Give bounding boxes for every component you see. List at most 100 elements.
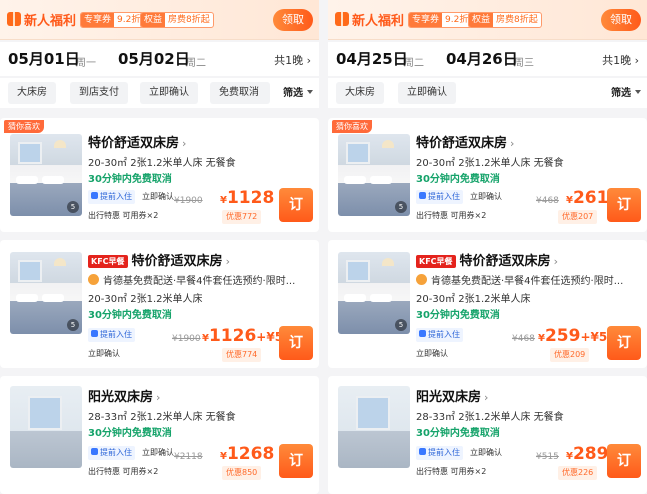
- room-spec: 28-33㎡ 2张1.2米单人床 无餐食: [416, 412, 564, 423]
- chevron-right-icon: ›: [225, 255, 230, 268]
- book-button[interactable]: 订: [279, 326, 313, 360]
- discount-badge: 优惠207: [558, 210, 598, 224]
- checkout-weekday: 周三: [514, 58, 534, 69]
- room-name[interactable]: 特价舒适双床房 ›: [88, 132, 186, 151]
- early-checkin-badge: 提前入住: [416, 190, 463, 204]
- filter-dropdown[interactable]: 筛选: [283, 84, 313, 99]
- deal-info: 出行特惠 可用券×2: [88, 467, 159, 476]
- photo-count: 5: [395, 319, 407, 331]
- book-button[interactable]: 订: [279, 188, 313, 222]
- original-price: ¥468: [536, 196, 559, 206]
- room-photo[interactable]: 5: [338, 134, 410, 216]
- gift-icon: [7, 12, 21, 26]
- filter-chip[interactable]: 大床房: [8, 82, 56, 104]
- claim-button[interactable]: 领取: [601, 9, 641, 31]
- original-price: ¥2118: [174, 452, 203, 462]
- breakfast-promo: 肯德基免费配送·早餐4件套任选预约·限时...: [416, 272, 642, 287]
- early-checkin-icon: [91, 330, 98, 337]
- checkout-weekday: 周二: [186, 58, 206, 69]
- nights-count[interactable]: 共1晚 ›: [274, 52, 311, 68]
- deal-info: 出行特惠 可用券×2: [416, 467, 487, 476]
- photo-count: 5: [395, 201, 407, 213]
- room-card[interactable]: 猜你喜欢 5 特价舒适双床房 › 20-30㎡ 2张1.2米单人床 无餐食 30分…: [0, 118, 319, 232]
- chevron-right-icon: ›: [553, 255, 558, 268]
- early-checkin-icon: [91, 192, 98, 199]
- room-spec: 20-30㎡ 2张1.2米单人床: [88, 294, 203, 305]
- recommend-ribbon: 猜你喜欢: [332, 120, 372, 133]
- instant-confirm: 立即确认: [416, 349, 448, 358]
- filter-chip[interactable]: 立即确认: [398, 82, 456, 104]
- filter-bar: 大床房 到店支付 立即确认 免费取消 筛选: [0, 78, 319, 108]
- new-user-banner: 新人福利 专享券 9.2折 权益 房费8折起 领取: [0, 0, 319, 40]
- instant-confirm: 立即确认: [470, 448, 502, 457]
- breakfast-icon: [416, 274, 427, 285]
- book-button[interactable]: 订: [607, 444, 641, 478]
- instant-confirm: 立即确认: [470, 192, 502, 201]
- current-price: ¥1126+¥52: [202, 326, 292, 346]
- early-checkin-icon: [419, 330, 426, 337]
- photo-count: 5: [67, 201, 79, 213]
- room-name[interactable]: 阳光双床房 ›: [416, 386, 488, 405]
- free-cancel: 30分钟内免费取消: [88, 310, 172, 321]
- free-cancel: 30分钟内免费取消: [416, 428, 500, 439]
- comparison-screenshot: 新人福利 专享券 9.2折 权益 房费8折起 领取 05月01日 周一 05月02日…: [0, 0, 647, 494]
- book-button[interactable]: 订: [607, 326, 641, 360]
- room-name[interactable]: 特价舒适双床房 ›: [416, 132, 514, 151]
- room-name[interactable]: KFC早餐 特价舒适双床房 ›: [416, 250, 558, 269]
- current-price: ¥1268: [220, 444, 275, 464]
- instant-confirm: 立即确认: [142, 192, 174, 201]
- room-photo[interactable]: [10, 386, 82, 468]
- early-checkin-icon: [91, 448, 98, 455]
- checkin-date[interactable]: 04月25日: [336, 48, 408, 69]
- discount-badge: 优惠226: [558, 466, 598, 480]
- gift-icon: [335, 12, 349, 26]
- checkin-date[interactable]: 05月01日: [8, 48, 80, 69]
- checkout-date[interactable]: 04月26日: [446, 48, 518, 69]
- early-checkin-badge: 提前入住: [88, 190, 135, 204]
- discount-badge: 优惠774: [222, 348, 262, 362]
- room-photo[interactable]: 5: [10, 134, 82, 216]
- room-card[interactable]: 阳光双床房 › 28-33㎡ 2张1.2米单人床 无餐食 30分钟内免费取消 提前…: [0, 376, 319, 494]
- early-checkin-badge: 提前入住: [88, 328, 135, 342]
- free-cancel: 30分钟内免费取消: [416, 310, 500, 321]
- filter-chip[interactable]: 到店支付: [70, 82, 128, 104]
- room-photo[interactable]: [338, 386, 410, 468]
- room-card[interactable]: 5 KFC早餐 特价舒适双床房 › 肯德基免费配送·早餐4件套任选预约·限时... …: [328, 240, 647, 368]
- date-selector[interactable]: 05月01日 周一 05月02日 周二 共1晚 ›: [0, 42, 319, 76]
- current-price: ¥1128: [220, 188, 275, 208]
- early-checkin-icon: [419, 448, 426, 455]
- deal-info: 出行特惠 可用券×2: [416, 211, 487, 220]
- room-card[interactable]: 猜你喜欢 5 特价舒适双床房 › 20-30㎡ 2张1.2米单人床 无餐食 30分…: [328, 118, 647, 232]
- checkout-date[interactable]: 05月02日: [118, 48, 190, 69]
- filter-chip[interactable]: 立即确认: [140, 82, 198, 104]
- instant-confirm: 立即确认: [88, 349, 120, 358]
- room-name[interactable]: KFC早餐 特价舒适双床房 ›: [88, 250, 230, 269]
- room-photo[interactable]: 5: [10, 252, 82, 334]
- book-button[interactable]: 订: [279, 444, 313, 478]
- free-cancel: 30分钟内免费取消: [88, 428, 172, 439]
- filter-dropdown[interactable]: 筛选: [611, 84, 641, 99]
- room-card[interactable]: 阳光双床房 › 28-33㎡ 2张1.2米单人床 无餐食 30分钟内免费取消 提前…: [328, 376, 647, 494]
- original-price: ¥1900: [172, 334, 201, 344]
- instant-confirm: 立即确认: [142, 448, 174, 457]
- date-selector[interactable]: 04月25日 周二 04月26日 周三 共1晚 ›: [328, 42, 647, 76]
- room-name[interactable]: 阳光双床房 ›: [88, 386, 160, 405]
- filter-chip[interactable]: 免费取消: [210, 82, 270, 104]
- nights-count[interactable]: 共1晚 ›: [602, 52, 639, 68]
- banner-title: 新人福利: [24, 14, 77, 29]
- filter-chip[interactable]: 大床房: [336, 82, 384, 104]
- chevron-right-icon: ›: [510, 137, 515, 150]
- coupon-tag: 专享券 9.2折: [408, 12, 473, 28]
- room-card[interactable]: 5 KFC早餐 特价舒适双床房 › 肯德基免费配送·早餐4件套任选预约·限时... …: [0, 240, 319, 368]
- coupon-tag: 专享券 9.2折: [80, 12, 145, 28]
- deal-info: 出行特惠 可用券×2: [88, 211, 159, 220]
- room-photo[interactable]: 5: [338, 252, 410, 334]
- current-price: ¥289: [566, 444, 609, 464]
- benefit-tag: 权益 房费8折起: [140, 12, 214, 28]
- book-button[interactable]: 订: [607, 188, 641, 222]
- checkin-weekday: 周二: [404, 58, 424, 69]
- new-user-banner: 新人福利 专享券 9.2折 权益 房费8折起 领取: [328, 0, 647, 40]
- claim-button[interactable]: 领取: [273, 9, 313, 31]
- original-price: ¥468: [512, 334, 535, 344]
- free-cancel: 30分钟内免费取消: [88, 174, 172, 185]
